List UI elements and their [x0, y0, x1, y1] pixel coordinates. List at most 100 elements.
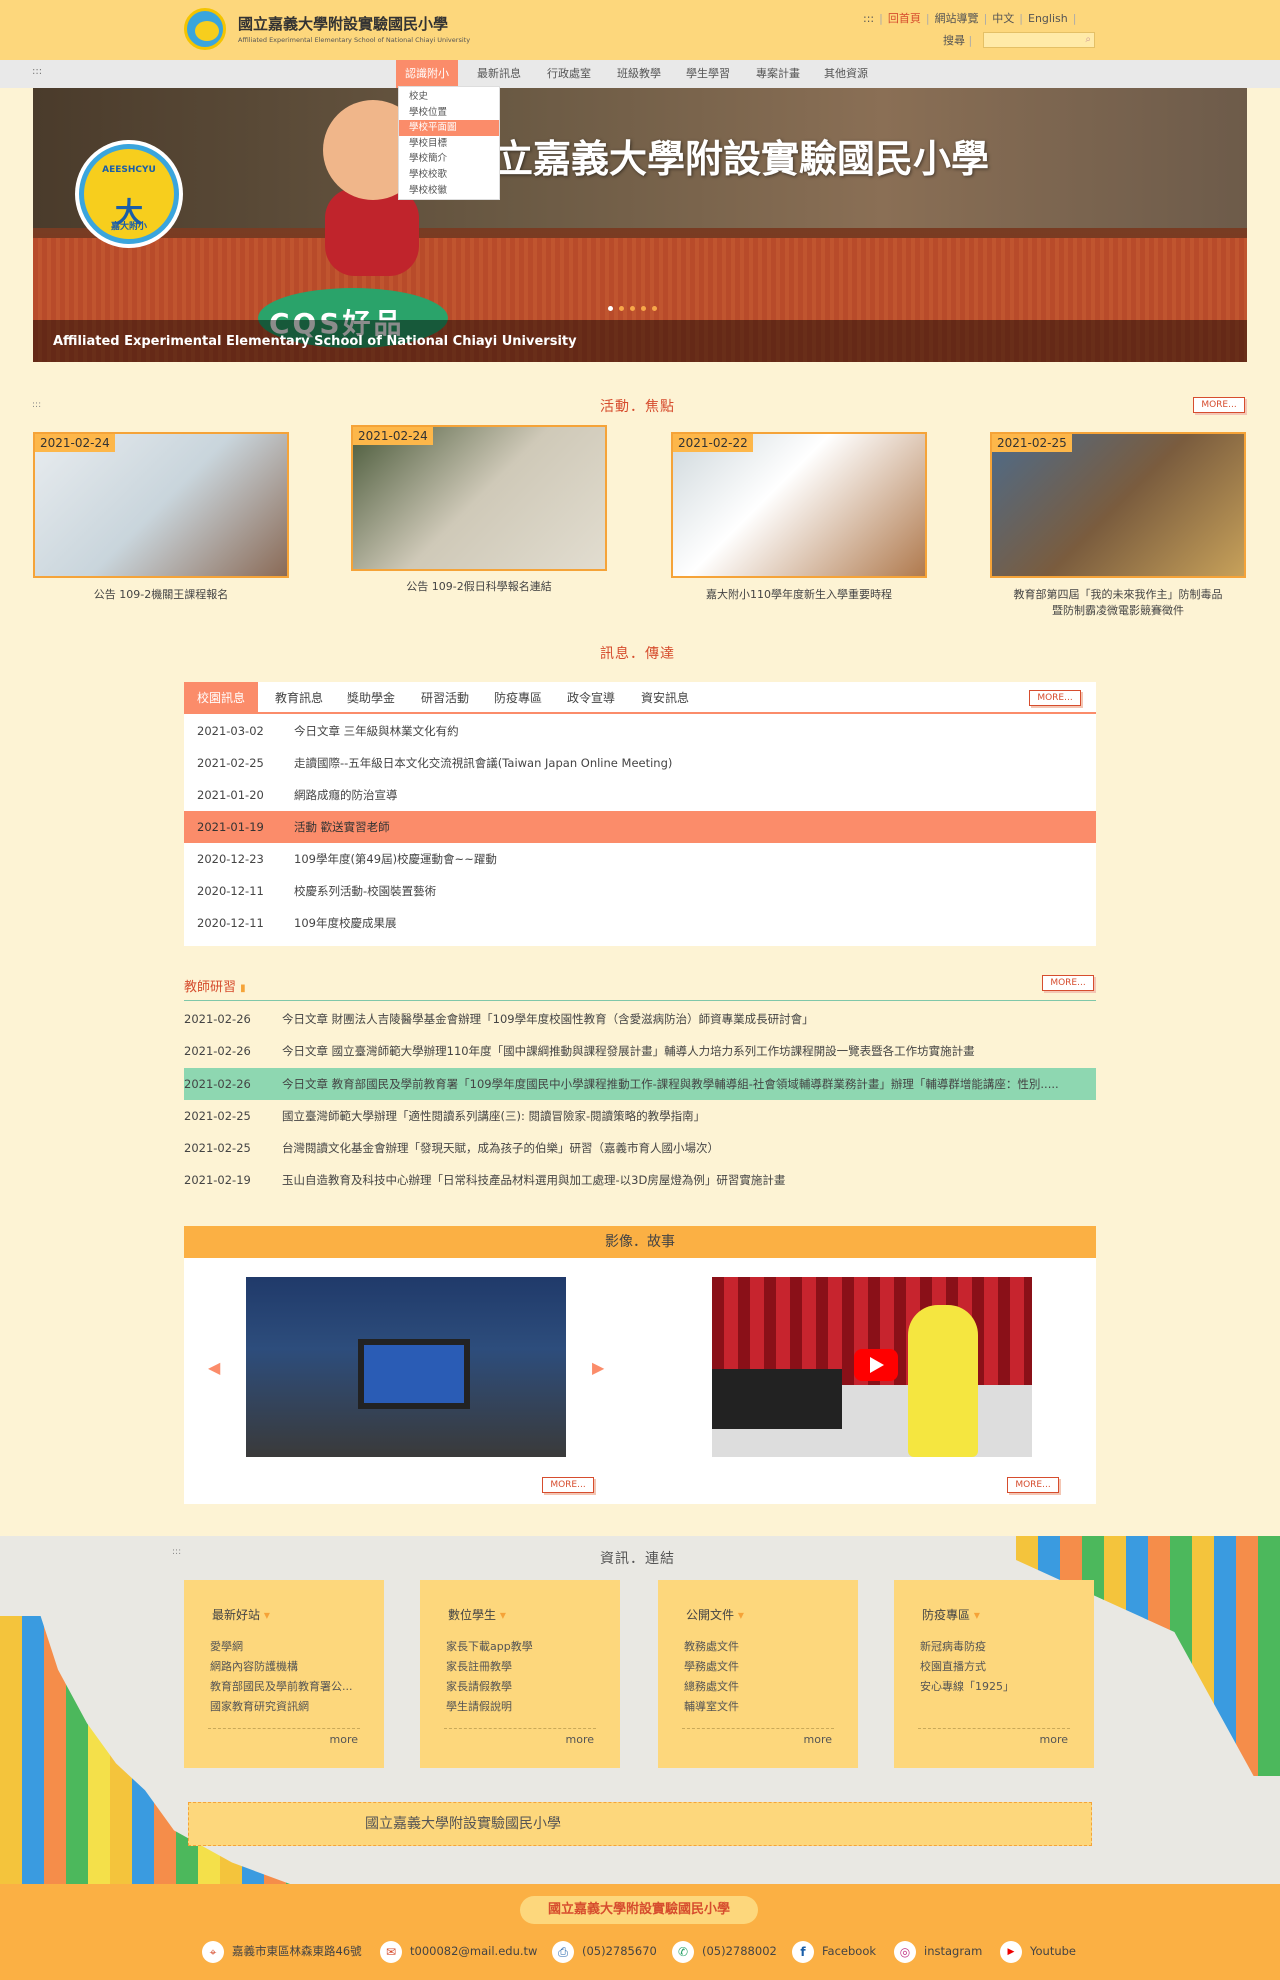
teacher-text[interactable]: 今日文章 國立臺灣師範大學辦理110年度「國中課綱推動與課程發展計畫」輔導人力培…: [282, 1035, 975, 1067]
dropdown-item-floorplan[interactable]: 學校平面圖: [399, 120, 499, 136]
news-text[interactable]: 今日文章 三年級與林業文化有約: [294, 715, 459, 747]
dropdown-item-emblem[interactable]: 學校校徽: [399, 183, 499, 199]
dropdown-item-intro[interactable]: 學校簡介: [399, 151, 499, 167]
news-more-button[interactable]: MORE...: [1029, 690, 1081, 706]
nav-accesskey[interactable]: :::: [32, 66, 42, 77]
tab-campus-news[interactable]: 校園訊息: [184, 682, 258, 714]
nav-item-classes[interactable]: 班級教學: [608, 60, 670, 88]
teacher-text[interactable]: 國立臺灣師範大學辦理「適性閱讀系列講座(三): 閱讀冒險家-閱讀策略的教學指南」: [282, 1100, 705, 1132]
slide-dot[interactable]: [608, 306, 613, 311]
video-more-button-1[interactable]: MORE...: [542, 1477, 594, 1493]
school-logo-icon[interactable]: [184, 8, 226, 50]
news-text[interactable]: 109學年度(第49屆)校慶運動會~~躍動: [294, 843, 497, 875]
news-text[interactable]: 109年度校慶成果展: [294, 907, 396, 939]
focus-photo-4[interactable]: 2021-02-25: [990, 432, 1246, 578]
chinese-link[interactable]: 中文: [987, 12, 1019, 25]
focus-accesskey[interactable]: :::: [32, 400, 41, 410]
card-more-link[interactable]: more: [330, 1733, 359, 1746]
teacher-row[interactable]: 2021-02-25 台灣閱讀文化基金會辦理「發現天賦，成為孩子的伯樂」研習（嘉義…: [184, 1132, 1096, 1164]
tab-epidemic[interactable]: 防疫專區: [483, 682, 553, 714]
teacher-text[interactable]: 玉山自造教育及科技中心辦理「日常科技產品材料選用與加工處理-以3D房屋燈為例」研…: [282, 1164, 785, 1196]
news-row[interactable]: 2020-12-11 109年度校慶成果展: [184, 907, 1096, 939]
slide-dot[interactable]: [641, 306, 646, 311]
card-link[interactable]: 校園直播方式: [920, 1658, 1080, 1674]
slide-dot[interactable]: [630, 306, 635, 311]
card-link[interactable]: 學務處文件: [684, 1658, 844, 1674]
card-link[interactable]: 愛學網: [210, 1638, 370, 1654]
teacher-more-button[interactable]: MORE...: [1042, 975, 1094, 991]
home-link[interactable]: 回首頁: [883, 12, 926, 25]
focus-photo-2[interactable]: 2021-02-24: [351, 425, 607, 571]
footer-facebook[interactable]: f Facebook: [792, 1940, 876, 1963]
search-icon[interactable]: ⌕: [1085, 34, 1091, 45]
card-more-link[interactable]: more: [1040, 1733, 1069, 1746]
info-accesskey[interactable]: :::: [172, 1547, 181, 1557]
tab-policy[interactable]: 政令宣導: [556, 682, 626, 714]
focus-caption[interactable]: 教育部第四屆「我的未來我作主」防制毒品暨防制霸凌微電影競賽徵件: [1011, 587, 1225, 619]
sitemap-link[interactable]: 網站導覽: [930, 12, 984, 25]
news-text[interactable]: 校慶系列活動-校園裝置藝術: [294, 875, 436, 907]
footer-instagram[interactable]: ◎ instagram: [894, 1940, 982, 1963]
focus-photo-1[interactable]: 2021-02-24: [33, 432, 289, 578]
video-next-arrow-icon[interactable]: ▶: [592, 1358, 604, 1377]
card-link[interactable]: 教務處文件: [684, 1638, 844, 1654]
card-link[interactable]: 安心專線「1925」: [920, 1678, 1080, 1694]
teacher-row-highlighted[interactable]: 2021-02-26 今日文章 教育部國民及學前教育署「109學年度國民中小學課程…: [184, 1068, 1096, 1100]
focus-photo-3[interactable]: 2021-02-22: [671, 432, 927, 578]
card-link[interactable]: 新冠病毒防疫: [920, 1638, 1080, 1654]
teacher-row[interactable]: 2021-02-26 今日文章 財團法人吉陵醫學基金會辦理「109學年度校園性教育…: [184, 1003, 1096, 1035]
nav-item-learning[interactable]: 學生學習: [677, 60, 739, 88]
footer-email[interactable]: ✉ t000082@mail.edu.tw: [380, 1940, 537, 1963]
site-title[interactable]: 國立嘉義大學附設實驗國民小學: [238, 13, 448, 34]
nav-item-offices[interactable]: 行政處室: [538, 60, 600, 88]
english-link[interactable]: English: [1023, 12, 1073, 25]
card-link[interactable]: 家長註冊教學: [446, 1658, 606, 1674]
teacher-row[interactable]: 2021-02-19 玉山自造教育及科技中心辦理「日常科技產品材料選用與加工處理-…: [184, 1164, 1096, 1196]
nav-item-projects[interactable]: 專案計畫: [747, 60, 809, 88]
nav-item-resources[interactable]: 其他資源: [815, 60, 877, 88]
card-more-link[interactable]: more: [566, 1733, 595, 1746]
teacher-text[interactable]: 今日文章 教育部國民及學前教育署「109學年度國民中小學課程推動工作-課程與教學…: [282, 1068, 1059, 1100]
news-row[interactable]: 2021-03-02 今日文章 三年級與林業文化有約: [184, 715, 1096, 747]
card-link[interactable]: 總務處文件: [684, 1678, 844, 1694]
dropdown-item-history[interactable]: 校史: [399, 89, 499, 105]
dropdown-item-goals[interactable]: 學校目標: [399, 136, 499, 152]
video-thumbnail-2[interactable]: [712, 1277, 1032, 1457]
tab-education-news[interactable]: 教育訊息: [264, 682, 334, 714]
card-link[interactable]: 輔導室文件: [684, 1698, 844, 1714]
nav-item-about[interactable]: 認識附小: [396, 60, 458, 88]
card-link[interactable]: 家長下載app教學: [446, 1638, 606, 1654]
tab-workshops[interactable]: 研習活動: [410, 682, 480, 714]
hero-banner[interactable]: CQS好品 AEESHCYU 大 嘉大附小 立嘉義大學附設實驗國民小學 Affi…: [33, 88, 1247, 362]
card-more-link[interactable]: more: [804, 1733, 833, 1746]
news-row[interactable]: 2020-12-23 109學年度(第49屆)校慶運動會~~躍動: [184, 843, 1096, 875]
teacher-text[interactable]: 台灣閱讀文化基金會辦理「發現天賦，成為孩子的伯樂」研習（嘉義市育人國小場次）: [282, 1132, 719, 1164]
video-thumbnail-1[interactable]: [246, 1277, 566, 1457]
news-row-highlighted[interactable]: 2021-01-19 活動 歡送實習老師: [184, 811, 1096, 843]
card-title[interactable]: 數位學生: [448, 1606, 506, 1623]
teacher-text[interactable]: 今日文章 財團法人吉陵醫學基金會辦理「109學年度校園性教育（含愛滋病防治）師資…: [282, 1003, 814, 1035]
footer-youtube[interactable]: ▶ Youtube: [1000, 1940, 1076, 1963]
focus-more-button[interactable]: MORE...: [1193, 397, 1245, 413]
news-text[interactable]: 活動 歡送實習老師: [294, 811, 390, 843]
teacher-row[interactable]: 2021-02-26 今日文章 國立臺灣師範大學辦理110年度「國中課綱推動與課程…: [184, 1035, 1096, 1067]
news-row[interactable]: 2021-01-20 網路成癮的防治宣導: [184, 779, 1096, 811]
card-title[interactable]: 公開文件: [686, 1606, 744, 1623]
youtube-play-icon[interactable]: [854, 1349, 898, 1381]
card-link[interactable]: 網路內容防護機構: [210, 1658, 370, 1674]
card-title[interactable]: 防疫專區: [922, 1606, 980, 1623]
video-more-button-2[interactable]: MORE...: [1007, 1477, 1059, 1493]
nav-item-news[interactable]: 最新訊息: [468, 60, 530, 88]
slide-dot[interactable]: [652, 306, 657, 311]
tab-scholarships[interactable]: 獎助學金: [336, 682, 406, 714]
focus-caption[interactable]: 公告 109-2機關王課程報名: [33, 587, 289, 603]
search-input[interactable]: ⌕: [983, 32, 1095, 48]
card-title[interactable]: 最新好站: [212, 1606, 270, 1623]
focus-caption[interactable]: 嘉大附小110學年度新生入學重要時程: [671, 587, 927, 603]
focus-caption[interactable]: 公告 109-2假日科學報名連結: [351, 579, 607, 595]
video-prev-arrow-icon[interactable]: ◀: [208, 1358, 220, 1377]
card-link[interactable]: 學生請假說明: [446, 1698, 606, 1714]
slide-dot[interactable]: [619, 306, 624, 311]
news-row[interactable]: 2020-12-11 校慶系列活動-校園裝置藝術: [184, 875, 1096, 907]
tab-security[interactable]: 資安訊息: [630, 682, 700, 714]
